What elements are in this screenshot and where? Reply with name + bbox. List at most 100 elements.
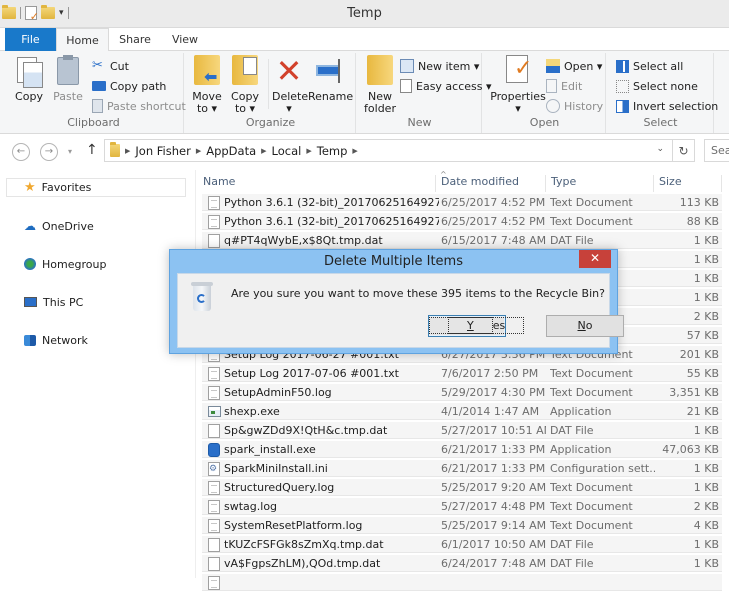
file-size: 4 KB [693, 519, 719, 532]
file-date: 4/1/2014 1:47 AM [441, 405, 540, 418]
nav-item-network[interactable]: Network [24, 331, 88, 349]
address-bar[interactable]: ▶ Jon Fisher ▶ AppData ▶ Local ▶ Temp ▶ … [104, 139, 673, 162]
column-header-date[interactable]: Date modified [436, 175, 546, 192]
file-row[interactable]: vA$FgpsZhLM),QOd.tmp.dat 6/24/2017 7:48 A… [202, 554, 722, 572]
paste-button[interactable]: Paste [50, 55, 86, 103]
breadcrumb-local[interactable]: Local [272, 144, 302, 158]
move-to-button[interactable]: ⬅ Move to ▾ [190, 55, 224, 115]
properties-dropdown-arrow[interactable]: ▾ [490, 103, 546, 115]
nav-item-label: OneDrive [42, 219, 94, 233]
recent-locations-dropdown[interactable]: ▾ [68, 147, 72, 156]
column-header-size[interactable]: Size [654, 175, 722, 192]
file-date: 5/27/2017 4:48 PM [441, 500, 546, 513]
copy-to-label-2: to ▾ [234, 102, 256, 115]
file-row[interactable]: shexp.exe 4/1/2014 1:47 AM Application 21 K… [202, 402, 722, 420]
tab-view[interactable]: View [162, 28, 208, 51]
file-date: 5/25/2017 9:20 AM [441, 481, 546, 494]
file-row[interactable]: Python 3.6.1 (32-bit)_20170625164927_00.… [202, 193, 722, 211]
refresh-button[interactable]: ↻ [673, 139, 695, 162]
file-date: 6/21/2017 1:33 PM [441, 443, 546, 456]
open-button[interactable]: Open ▾ [546, 57, 602, 75]
new-folder-button[interactable]: New folder [362, 55, 398, 115]
properties-button[interactable]: ✓ Properties ▾ [490, 55, 546, 115]
file-date: 7/6/2017 2:50 PM [441, 367, 539, 380]
copy-path-icon [92, 81, 106, 91]
select-none-button[interactable]: Select none [616, 77, 698, 95]
file-name: Setup Log 2017-07-06 #001.txt [224, 367, 399, 380]
tab-share[interactable]: Share [112, 28, 158, 51]
file-name: Python 3.6.1 (32-bit)_20170625164927_00.… [224, 196, 439, 209]
file-name: q#PT4qWybE,x$8Qt.tmp.dat [224, 234, 383, 247]
file-size: 1 KB [693, 291, 719, 304]
file-size: 113 KB [679, 196, 719, 209]
nav-item-this-pc[interactable]: This PC [24, 293, 83, 311]
nav-item-favorites[interactable]: ★ Favorites [6, 178, 186, 197]
no-button[interactable]: No [546, 315, 624, 337]
new-item-button[interactable]: New item ▾ [400, 57, 479, 75]
search-input[interactable]: Sea [704, 139, 729, 162]
column-header-name[interactable]: Name [198, 175, 436, 192]
file-date: 5/29/2017 4:30 PM [441, 386, 546, 399]
file-date: 6/25/2017 4:52 PM [441, 215, 546, 228]
file-row[interactable]: swtag.log 5/27/2017 4:48 PM Text Document 2… [202, 497, 722, 515]
easy-access-button[interactable]: Easy access ▾ [400, 77, 492, 95]
copy-path-button[interactable]: Copy path [92, 77, 166, 95]
file-row[interactable]: Setup Log 2017-07-06 #001.txt 7/6/2017 2:… [202, 364, 722, 382]
file-row[interactable]: tKUZcFSFGk8sZmXq.tmp.dat 6/1/2017 10:50 A… [202, 535, 722, 553]
rename-button[interactable]: Rename [308, 55, 353, 103]
invert-selection-button[interactable]: Invert selection [616, 97, 718, 115]
file-row[interactable]: Sp&gwZDd9X!QtH&c.tmp.dat 5/27/2017 10:51 … [202, 421, 722, 439]
file-row[interactable]: SystemResetPlatform.log 5/25/2017 9:14 AM… [202, 516, 722, 534]
file-name: SystemResetPlatform.log [224, 519, 363, 532]
nav-item-homegroup[interactable]: Homegroup [24, 255, 106, 273]
select-all-icon [616, 59, 629, 73]
nav-item-onedrive[interactable]: ☁ OneDrive [24, 217, 94, 235]
address-dropdown-icon[interactable]: ⌄ [656, 144, 664, 154]
up-button[interactable]: ↑ [86, 142, 98, 158]
edit-button[interactable]: Edit [546, 77, 582, 95]
file-row[interactable]: StructuredQuery.log 5/25/2017 9:20 AM Text… [202, 478, 722, 496]
file-row[interactable]: q#PT4qWybE,x$8Qt.tmp.dat 6/15/2017 7:48 A… [202, 231, 722, 249]
select-none-icon [616, 79, 629, 93]
clipboard-group: Copy Paste ✂ Cut Copy path Paste shortcu… [4, 53, 186, 133]
file-size: 1 KB [693, 538, 719, 551]
breadcrumb-jon-fisher[interactable]: Jon Fisher [135, 144, 190, 158]
file-row[interactable] [202, 573, 722, 591]
paste-shortcut-button[interactable]: Paste shortcut [92, 97, 186, 115]
delete-dropdown-arrow[interactable]: ▾ [272, 103, 306, 115]
column-header-type[interactable]: Type [546, 175, 654, 192]
select-all-button[interactable]: Select all [616, 57, 683, 75]
breadcrumb-temp[interactable]: Temp [317, 144, 348, 158]
move-to-icon: ⬅ [191, 55, 223, 87]
tab-file[interactable]: File [5, 28, 56, 51]
yes-mnemonic: Y [448, 317, 493, 334]
back-button[interactable]: ← [12, 143, 30, 161]
breadcrumb-separator[interactable]: ▶ [306, 147, 311, 155]
copy-path-label: Copy path [110, 79, 167, 93]
forward-button[interactable]: → [40, 143, 58, 161]
file-row[interactable]: SparkMiniInstall.ini 6/21/2017 1:33 PM Con… [202, 459, 722, 477]
tab-home[interactable]: Home [56, 28, 109, 52]
copy-button[interactable]: Copy [12, 55, 46, 103]
cut-button[interactable]: ✂ Cut [92, 57, 129, 75]
file-size: 1 KB [693, 481, 719, 494]
file-row[interactable]: Python 3.6.1 (32-bit)_20170625164927_01.… [202, 212, 722, 230]
file-row[interactable]: spark_install.exe 6/21/2017 1:33 PM Applic… [202, 440, 722, 458]
dialog-close-button[interactable]: ✕ [579, 250, 611, 268]
yes-button[interactable]: Yes [428, 315, 525, 337]
file-name: spark_install.exe [224, 443, 316, 456]
file-row[interactable]: SetupAdminF50.log 5/29/2017 4:30 PM Text D… [202, 383, 722, 401]
paste-shortcut-label: Paste shortcut [107, 99, 186, 113]
history-label: History [564, 99, 604, 113]
breadcrumb-separator[interactable]: ▶ [352, 147, 357, 155]
file-type: Application [550, 405, 612, 418]
breadcrumb-appdata[interactable]: AppData [206, 144, 256, 158]
properties-icon: ✓ [502, 55, 534, 87]
delete-button[interactable]: ✕ Delete ▾ [272, 55, 308, 115]
history-button[interactable]: History [546, 97, 603, 115]
breadcrumb-separator[interactable]: ▶ [261, 147, 266, 155]
file-date: 6/15/2017 7:48 AM [441, 234, 546, 247]
copy-to-button[interactable]: Copy to ▾ [228, 55, 262, 115]
breadcrumb-separator[interactable]: ▶ [196, 147, 201, 155]
breadcrumb-separator[interactable]: ▶ [125, 147, 130, 155]
